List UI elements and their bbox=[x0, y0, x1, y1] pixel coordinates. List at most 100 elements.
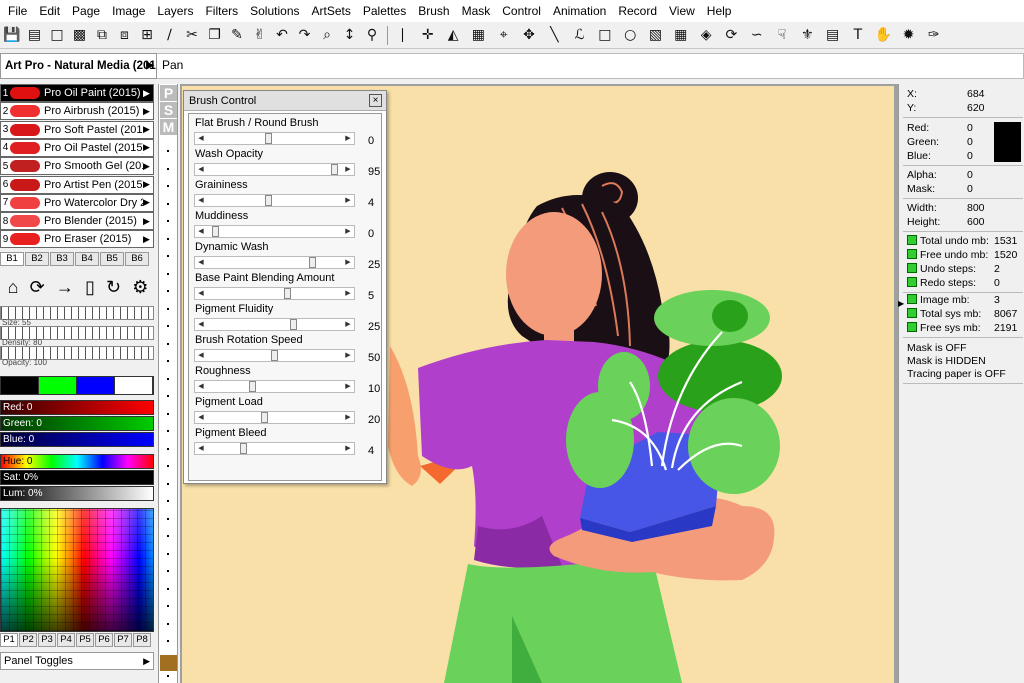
layer-slot-dot[interactable] bbox=[167, 202, 169, 205]
layer-slot-dot[interactable] bbox=[167, 552, 169, 555]
brush-tab-b6[interactable]: B6 bbox=[125, 252, 149, 266]
arrow-left-icon[interactable]: ◀ bbox=[195, 164, 207, 175]
layer-slot-dot[interactable] bbox=[167, 587, 169, 590]
layer-stack-icon[interactable]: ▤ bbox=[823, 25, 843, 45]
copy-icon[interactable]: ❐ bbox=[205, 25, 225, 45]
gear-icon[interactable]: ⚙ bbox=[132, 277, 148, 298]
zoom-in-icon[interactable]: ⌕ bbox=[317, 25, 337, 45]
spiral-icon[interactable]: ✹ bbox=[899, 25, 919, 45]
slider-thumb[interactable] bbox=[265, 195, 272, 206]
slider-thumb[interactable] bbox=[212, 226, 219, 237]
brush-item[interactable]: 4 Pro Oil Pastel (2015) ▶ bbox=[0, 138, 154, 157]
eyedropper-icon[interactable]: ✛ bbox=[418, 25, 438, 45]
layer-slot-dot[interactable] bbox=[167, 570, 169, 572]
layer-slot-dot[interactable] bbox=[167, 377, 169, 380]
chevron-right-icon[interactable]: ▶ bbox=[143, 653, 150, 669]
layer-slot-dot[interactable] bbox=[167, 675, 169, 677]
undo-icon[interactable]: ↶ bbox=[272, 25, 292, 45]
menu-mask[interactable]: Mask bbox=[456, 0, 497, 22]
palette-tab-p5[interactable]: P5 bbox=[76, 633, 94, 647]
rectangle-icon[interactable]: □ bbox=[595, 25, 615, 45]
color-swatch[interactable] bbox=[77, 377, 115, 394]
layer-slot-dot[interactable] bbox=[167, 622, 169, 625]
arrow-left-icon[interactable]: ◀ bbox=[195, 257, 207, 268]
palette-tab-p1[interactable]: P1 bbox=[0, 633, 18, 647]
color-palette[interactable] bbox=[0, 508, 154, 632]
layer-slot-dot[interactable] bbox=[167, 430, 169, 432]
lasso-icon[interactable]: ℒ bbox=[570, 25, 590, 45]
preset-selector[interactable]: Art Pro - Natural Media (2015) ▶ bbox=[0, 53, 157, 79]
brush-tab-b4[interactable]: B4 bbox=[75, 252, 99, 266]
arrow-right-icon[interactable]: ▶ bbox=[342, 381, 354, 392]
arrow-right-icon[interactable]: ▶ bbox=[342, 164, 354, 175]
hue-bar[interactable]: Hue: 0 bbox=[0, 454, 154, 469]
menu-edit[interactable]: Edit bbox=[33, 0, 66, 22]
chevron-right-icon[interactable]: ▶ bbox=[143, 197, 153, 208]
layer-slot-dot[interactable] bbox=[167, 307, 169, 310]
ellipse-icon[interactable]: ○ bbox=[620, 25, 640, 45]
texture-icon[interactable]: ◈ bbox=[696, 25, 716, 45]
chevron-right-icon[interactable]: ▶ bbox=[143, 88, 153, 99]
brush-small-icon[interactable]: ∕ bbox=[160, 25, 180, 45]
palette-tab-p2[interactable]: P2 bbox=[19, 633, 37, 647]
chevron-right-icon[interactable]: ▶ bbox=[898, 299, 904, 308]
arrow-icon[interactable]: → bbox=[56, 277, 74, 298]
layer-slot-dot[interactable] bbox=[167, 237, 169, 240]
crop-icon[interactable]: ⌖ bbox=[494, 25, 514, 45]
layer-slot-dot[interactable] bbox=[167, 272, 169, 275]
menu-view[interactable]: View bbox=[663, 0, 701, 22]
arrow-left-icon[interactable]: ◀ bbox=[195, 350, 207, 361]
layer-slot-dot[interactable] bbox=[167, 447, 169, 450]
chevron-right-icon[interactable]: ▶ bbox=[146, 54, 154, 78]
zoom-out-icon[interactable]: ⚲ bbox=[362, 25, 382, 45]
layer-slot-dot[interactable] bbox=[167, 150, 169, 152]
layer-slot-dot[interactable] bbox=[167, 255, 169, 257]
arrow-left-icon[interactable]: ◀ bbox=[195, 133, 207, 144]
curve-icon[interactable]: ↻ bbox=[106, 277, 121, 298]
layer-slot-dot[interactable] bbox=[167, 395, 169, 397]
paste-icon[interactable]: ✎ bbox=[227, 25, 247, 45]
slider-track[interactable]: ◀ ▶ bbox=[194, 225, 355, 238]
panel-toggles[interactable]: Panel Toggles ▶ bbox=[0, 652, 154, 670]
arrow-right-icon[interactable]: ▶ bbox=[342, 350, 354, 361]
layer-slot-dot[interactable] bbox=[167, 185, 169, 187]
arrow-right-icon[interactable]: ▶ bbox=[342, 319, 354, 330]
arrow-left-icon[interactable]: ◀ bbox=[195, 288, 207, 299]
redo-icon[interactable]: ↷ bbox=[295, 25, 315, 45]
text-icon[interactable]: T bbox=[848, 25, 868, 45]
layer-slot-dot[interactable] bbox=[167, 360, 169, 362]
arrow-left-icon[interactable]: ◀ bbox=[195, 443, 207, 454]
brush-item[interactable]: 7 Pro Watercolor Dry 2015▶ bbox=[0, 193, 154, 212]
menu-image[interactable]: Image bbox=[106, 0, 151, 22]
hand-icon[interactable]: ✋ bbox=[873, 25, 893, 45]
chevron-right-icon[interactable]: ▶ bbox=[143, 216, 153, 227]
layer-slot-dot[interactable] bbox=[167, 517, 169, 520]
color-swatch[interactable] bbox=[39, 377, 77, 394]
warp-icon[interactable]: ∽ bbox=[747, 25, 767, 45]
chevron-right-icon[interactable]: ▶ bbox=[143, 161, 153, 172]
layer-strip-m[interactable]: M bbox=[160, 119, 177, 135]
fill-bucket-icon[interactable]: ◭ bbox=[443, 25, 463, 45]
brush-item[interactable]: 1 Pro Oil Paint (2015) ▶ bbox=[0, 84, 154, 102]
layer-strip-s[interactable]: S bbox=[160, 102, 177, 118]
pattern-icon[interactable]: ▦ bbox=[671, 25, 691, 45]
brush-item[interactable]: 2 Pro Airbrush (2015) ▶ bbox=[0, 102, 154, 121]
palette-tab-p6[interactable]: P6 bbox=[95, 633, 113, 647]
arrow-right-icon[interactable]: ▶ bbox=[342, 133, 354, 144]
arrow-right-icon[interactable]: ▶ bbox=[342, 288, 354, 299]
move-icon[interactable]: ✥ bbox=[519, 25, 539, 45]
slider-thumb[interactable] bbox=[284, 288, 291, 299]
bottle-icon[interactable]: ▯ bbox=[85, 277, 95, 298]
chevron-right-icon[interactable]: ▶ bbox=[143, 124, 153, 135]
slider-track[interactable]: ◀ ▶ bbox=[194, 318, 355, 331]
chevron-right-icon[interactable]: ▶ bbox=[143, 234, 153, 245]
arrow-left-icon[interactable]: ◀ bbox=[195, 226, 207, 237]
close-icon[interactable]: × bbox=[369, 94, 382, 107]
smudge-icon[interactable]: ☟ bbox=[772, 25, 792, 45]
paste-layer-icon[interactable]: ✌ bbox=[250, 25, 270, 45]
brush-icon[interactable]: ∣ bbox=[393, 25, 413, 45]
fit-icon[interactable]: ↕ bbox=[340, 25, 360, 45]
menu-page[interactable]: Page bbox=[66, 0, 106, 22]
copy-page-icon[interactable]: ⧉ bbox=[92, 25, 112, 45]
export-icon[interactable]: ⊞ bbox=[137, 25, 157, 45]
